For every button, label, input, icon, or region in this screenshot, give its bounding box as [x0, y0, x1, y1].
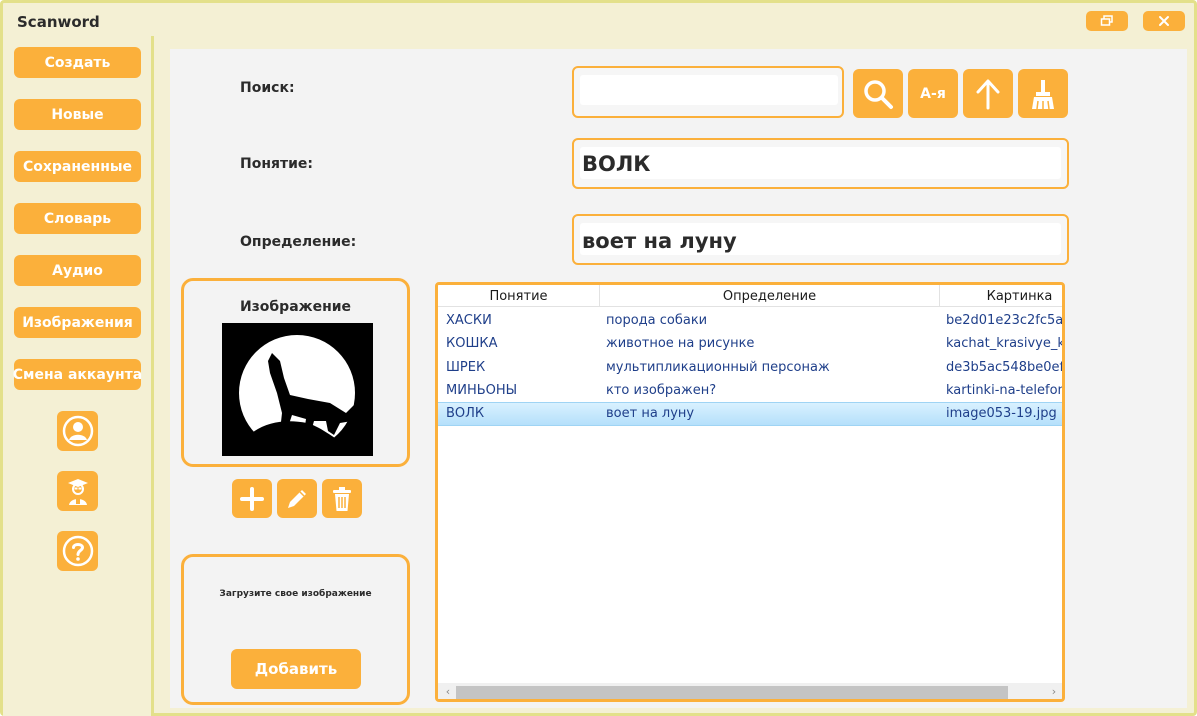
sidebar-images-button[interactable]: Изображения [14, 307, 141, 338]
column-header-concept[interactable]: Понятие [438, 285, 600, 307]
arrow-up-icon [976, 79, 1000, 109]
sidebar-create-button[interactable]: Создать [14, 47, 141, 78]
column-header-image[interactable]: Картинка [940, 285, 1062, 307]
search-button[interactable] [853, 69, 903, 118]
concept-label: Понятие: [240, 156, 314, 172]
search-field [572, 66, 844, 118]
cell-concept: МИНЬОНЫ [446, 383, 518, 398]
user-icon [62, 415, 93, 447]
concept-field[interactable]: ВОЛК [572, 138, 1069, 189]
scroll-right-icon[interactable]: › [1046, 683, 1062, 699]
image-panel: Изображение [181, 278, 410, 467]
cell-definition: животное на рисунке [606, 336, 755, 351]
cell-image: image053-19.jpg [946, 406, 1057, 421]
dictionary-table: Понятие Определение Картинка ХАСКИ пород… [435, 282, 1065, 702]
cell-concept: ХАСКИ [446, 313, 492, 328]
pencil-icon [288, 489, 306, 508]
cell-concept: ВОЛК [446, 406, 485, 421]
profile-button[interactable] [57, 411, 98, 451]
cell-image: be2d01e23c2fc5a1 [946, 313, 1062, 328]
title-bar[interactable]: Scanword [3, 3, 1194, 36]
close-icon [1159, 16, 1169, 26]
concept-value: ВОЛК [582, 152, 651, 176]
table-header: Понятие Определение Картинка [438, 285, 1062, 307]
howling-wolf-image [222, 323, 373, 456]
definition-label: Определение: [240, 234, 357, 250]
cell-image: kartinki-na-telefon- [946, 383, 1062, 398]
search-input[interactable] [580, 75, 838, 105]
upload-hint: Загрузите свое изображение [219, 589, 372, 599]
table-row[interactable]: ШРЕК мультипликационный персонаж de3b5ac… [438, 356, 1062, 380]
table-row[interactable]: ХАСКИ порода собаки be2d01e23c2fc5a1 [438, 309, 1062, 333]
column-header-definition[interactable]: Определение [600, 285, 940, 307]
cell-definition: порода собаки [606, 313, 708, 328]
close-button[interactable] [1143, 11, 1185, 31]
cell-concept: ШРЕК [446, 360, 486, 375]
horizontal-scrollbar[interactable]: ‹ › [438, 683, 1062, 699]
upload-add-button[interactable]: Добавить [231, 649, 361, 689]
table-row[interactable]: МИНЬОНЫ кто изображен? kartinki-na-telef… [438, 379, 1062, 403]
table-row-selected[interactable]: ВОЛК воет на луну image053-19.jpg [438, 402, 1062, 426]
trash-icon [333, 486, 351, 511]
sort-alpha-label: А-я [920, 85, 946, 102]
scrollbar-thumb[interactable] [456, 686, 1008, 699]
definition-value: воет на луну [582, 229, 737, 253]
cell-definition: мультипликационный персонаж [606, 360, 830, 375]
image-panel-title: Изображение [239, 299, 352, 315]
sidebar-dictionary-button[interactable]: Словарь [14, 203, 141, 234]
scroll-left-icon[interactable]: ‹ [440, 683, 456, 699]
restore-icon [1100, 15, 1113, 26]
restore-button[interactable] [1086, 11, 1128, 31]
sort-alpha-button[interactable]: А-я [908, 69, 958, 118]
upload-panel: Загрузите свое изображение Добавить [181, 554, 410, 705]
sidebar-switch-account-button[interactable]: Смена аккаунта [13, 359, 142, 390]
cell-concept: КОШКА [446, 336, 498, 351]
sidebar-audio-button[interactable]: Аудио [14, 255, 141, 286]
cell-definition: кто изображен? [606, 383, 717, 398]
cell-definition: воет на луну [606, 406, 695, 421]
teacher-button[interactable] [57, 471, 98, 511]
cell-image: de3b5ac548be0ef1 [946, 360, 1062, 375]
edit-image-button[interactable] [277, 479, 317, 518]
teacher-icon [67, 479, 88, 505]
sidebar-new-button[interactable]: Новые [14, 99, 141, 130]
sort-up-button[interactable] [963, 69, 1013, 118]
cell-image: kachat_krasivye_ka [946, 336, 1062, 351]
app-window: Scanword Создать Новые Сохраненные Слова… [0, 0, 1197, 716]
plus-icon [240, 486, 264, 511]
table-row[interactable]: КОШКА животное на рисунке kachat_krasivy… [438, 332, 1062, 356]
help-button[interactable] [57, 531, 98, 571]
broom-icon [1032, 79, 1054, 109]
search-label: Поиск: [240, 80, 295, 96]
window-title: Scanword [17, 13, 100, 31]
add-image-button[interactable] [232, 479, 272, 518]
search-icon [864, 79, 893, 109]
sidebar-saved-button[interactable]: Сохраненные [14, 151, 141, 182]
sidebar: Создать Новые Сохраненные Словарь Аудио … [3, 36, 154, 716]
help-icon [62, 535, 93, 567]
definition-field[interactable]: воет на луну [572, 214, 1069, 265]
preview-image [222, 323, 373, 456]
clear-button[interactable] [1018, 69, 1068, 118]
delete-image-button[interactable] [322, 479, 362, 518]
